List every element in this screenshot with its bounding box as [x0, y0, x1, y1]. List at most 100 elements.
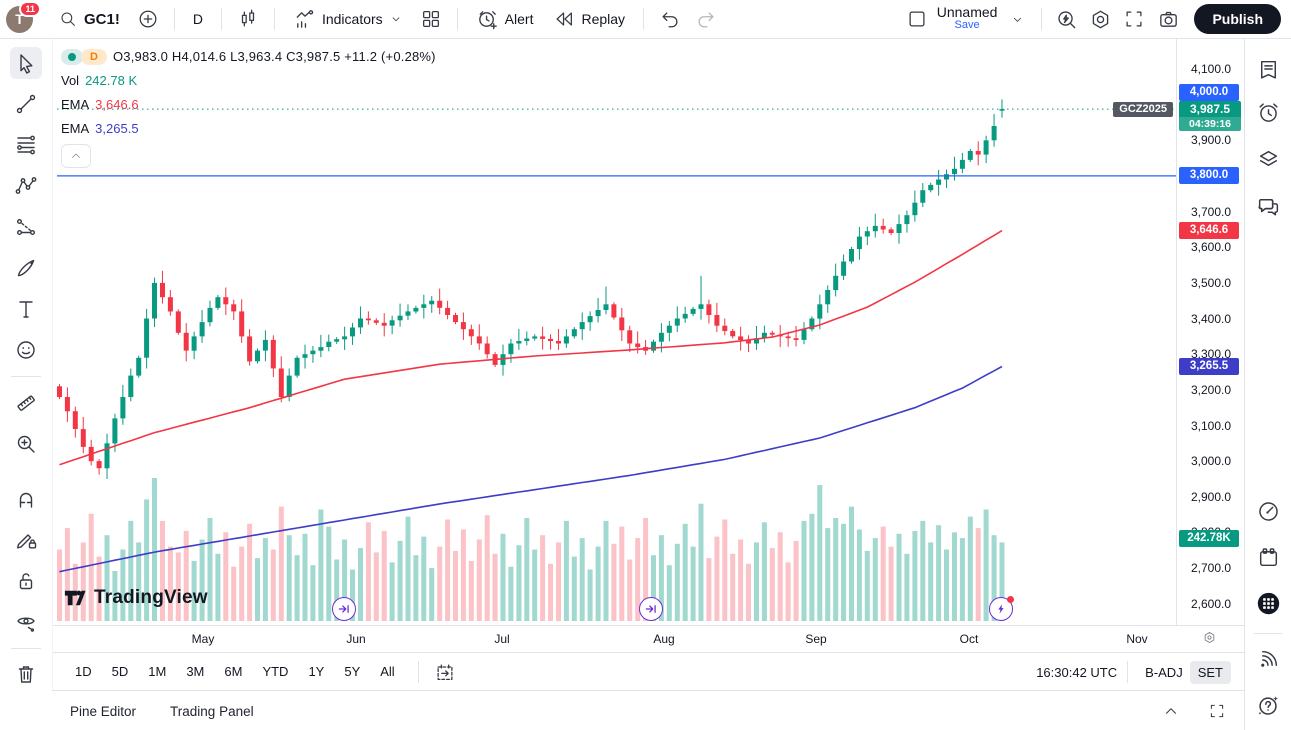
- redo-button[interactable]: [690, 3, 722, 35]
- apps-button[interactable]: [1252, 587, 1284, 619]
- indicators-button[interactable]: Indicators: [285, 4, 411, 35]
- measure-tool-button[interactable]: [10, 387, 42, 419]
- trend-line-tool-button[interactable]: [10, 88, 42, 120]
- alert-label: Alert: [505, 11, 534, 27]
- quick-search-button[interactable]: [1050, 3, 1082, 35]
- alert-button[interactable]: Alert: [468, 4, 542, 35]
- chart-style-button[interactable]: [232, 3, 264, 35]
- session-button[interactable]: SET: [1190, 661, 1231, 684]
- contract-rollover-marker[interactable]: [332, 597, 356, 621]
- tradingview-watermark: TradingView: [62, 585, 208, 610]
- pine-editor-tab[interactable]: Pine Editor: [70, 704, 136, 719]
- drawing-mode-lock-button[interactable]: [10, 524, 42, 556]
- undo-button[interactable]: [654, 3, 686, 35]
- time-tick: Sep: [805, 632, 826, 646]
- zoom-in-tool-button[interactable]: [10, 428, 42, 460]
- text-tool-button[interactable]: [10, 293, 42, 325]
- bar-countdown: 04:39:16: [1179, 117, 1241, 131]
- layout-name: Unnamed: [937, 6, 998, 19]
- price-level-badge: 3,265.5: [1179, 358, 1239, 375]
- bottom-panel-bar: Pine Editor Trading Panel: [52, 690, 1245, 730]
- range-button-5y[interactable]: 5Y: [337, 660, 367, 683]
- legend-collapse-button[interactable]: [61, 144, 91, 168]
- save-link[interactable]: Save: [955, 19, 980, 32]
- layout-select-button[interactable]: [901, 3, 933, 35]
- text-icon: [14, 297, 38, 321]
- range-button-ytd[interactable]: YTD: [255, 660, 295, 683]
- object-tree-button[interactable]: [1252, 143, 1284, 175]
- top-toolbar: T 11 GC1! D: [0, 0, 1291, 39]
- range-button-5d[interactable]: 5D: [105, 660, 136, 683]
- time-axis[interactable]: MayJunJulAugSepOctNov: [52, 625, 1245, 653]
- range-button-1y[interactable]: 1Y: [301, 660, 331, 683]
- contract-rollover-marker[interactable]: [639, 597, 663, 621]
- toolbar-divider: [11, 648, 41, 649]
- undo-icon: [659, 8, 681, 30]
- replay-button[interactable]: Replay: [545, 4, 633, 34]
- symbol-search-button[interactable]: GC1!: [51, 6, 128, 32]
- market-status-dot[interactable]: [61, 49, 83, 65]
- layout-name-button[interactable]: Unnamed Save: [937, 6, 998, 32]
- go-to-date-button[interactable]: [429, 656, 461, 688]
- price-tick: 3,700.0: [1177, 205, 1245, 219]
- adjust-data-button[interactable]: B-ADJ: [1138, 661, 1190, 684]
- legend-interval-badge[interactable]: D: [81, 49, 107, 65]
- grid-icon: [420, 8, 442, 30]
- eye-icon: [14, 610, 38, 634]
- panel-maximize-button[interactable]: [1201, 695, 1233, 727]
- lock-drawings-button[interactable]: [10, 565, 42, 597]
- snapshot-button[interactable]: [1152, 3, 1184, 35]
- magnet-tool-button[interactable]: [10, 483, 42, 515]
- range-button-all[interactable]: All: [373, 660, 401, 683]
- price-tick: 3,000.0: [1177, 454, 1245, 468]
- brush-tool-button[interactable]: [10, 252, 42, 284]
- xabcd-pattern-icon: [14, 174, 38, 198]
- layout-menu-button[interactable]: [1001, 3, 1033, 35]
- forecast-icon: [14, 215, 38, 239]
- help-button[interactable]: [1252, 689, 1284, 721]
- cursor-tool-button[interactable]: [10, 47, 42, 79]
- chevron-up-icon: [1162, 702, 1180, 720]
- compare-add-button[interactable]: [132, 3, 164, 35]
- time-axis-settings-button[interactable]: [1195, 623, 1223, 651]
- news-flash-marker[interactable]: [989, 597, 1013, 621]
- price-tick: 2,600.0: [1177, 597, 1245, 611]
- forecast-tool-button[interactable]: [10, 211, 42, 243]
- remove-drawings-button[interactable]: [10, 658, 42, 690]
- user-avatar[interactable]: T 11: [6, 6, 33, 33]
- interval-button[interactable]: D: [185, 7, 211, 31]
- range-button-1m[interactable]: 1M: [141, 660, 173, 683]
- fib-tool-button[interactable]: [10, 129, 42, 161]
- panel-expand-button[interactable]: [1155, 695, 1187, 727]
- screener-gauge-button[interactable]: [1252, 495, 1284, 527]
- time-tick: Jun: [346, 632, 365, 646]
- chart-pane[interactable]: D O3,983.0 H4,014.6 L3,963.4 C3,987.5 +1…: [52, 39, 1245, 639]
- fullscreen-button[interactable]: [1118, 3, 1150, 35]
- range-button-1d[interactable]: 1D: [68, 660, 99, 683]
- chat-button[interactable]: [1252, 190, 1284, 222]
- toolbar-divider: [274, 8, 275, 30]
- time-tick: May: [192, 632, 215, 646]
- price-tick: 3,200.0: [1177, 383, 1245, 397]
- trash-icon: [14, 662, 38, 686]
- hide-drawings-button[interactable]: [10, 606, 42, 638]
- settings-button[interactable]: [1084, 3, 1116, 35]
- toolbar-divider: [643, 8, 644, 30]
- emoji-tool-button[interactable]: [10, 334, 42, 366]
- symbol-name: GC1!: [84, 11, 120, 28]
- calendar-button[interactable]: [1252, 541, 1284, 573]
- alerts-panel-button[interactable]: [1252, 96, 1284, 128]
- range-button-3m[interactable]: 3M: [179, 660, 211, 683]
- price-tick: 3,500.0: [1177, 276, 1245, 290]
- clock[interactable]: 16:30:42 UTC: [1036, 665, 1117, 680]
- trading-panel-tab[interactable]: Trading Panel: [170, 704, 254, 719]
- streams-button[interactable]: [1252, 643, 1284, 675]
- price-axis[interactable]: 2,600.02,700.02,800.02,900.03,000.03,100…: [1176, 39, 1245, 625]
- pattern-tool-button[interactable]: [10, 170, 42, 202]
- range-button-6m[interactable]: 6M: [217, 660, 249, 683]
- watchlist-button[interactable]: [1252, 53, 1284, 85]
- publish-button[interactable]: Publish: [1194, 4, 1281, 34]
- toolbar-divider: [221, 8, 222, 30]
- layout-grid-button[interactable]: [415, 3, 447, 35]
- price-tick: 2,700.0: [1177, 561, 1245, 575]
